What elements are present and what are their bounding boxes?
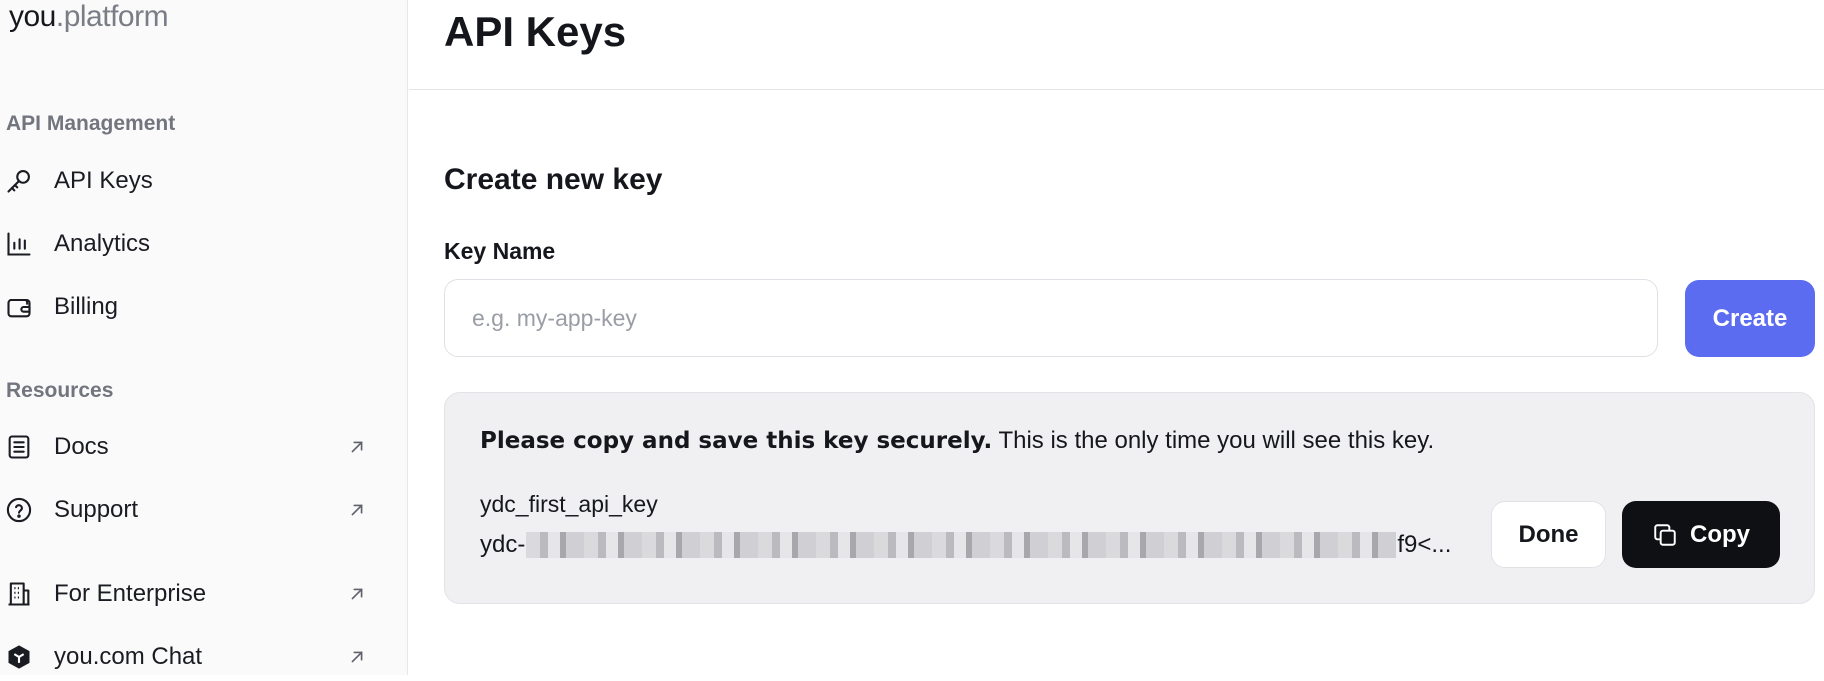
external-link-icon: [346, 499, 368, 521]
sidebar-item-you-com-chat[interactable]: you.com Chat: [0, 633, 380, 681]
sidebar-item-support[interactable]: Support: [0, 486, 380, 534]
done-button[interactable]: Done: [1491, 501, 1606, 568]
logo-platform: .platform: [55, 0, 169, 33]
sidebar-item-label: Billing: [54, 293, 119, 320]
sidebar-item-label: Support: [54, 496, 139, 523]
sidebar-item-label: you.com Chat: [54, 643, 203, 670]
sidebar-item-billing[interactable]: Billing: [0, 283, 380, 331]
notice-message: Please copy and save this key securely. …: [480, 427, 1434, 455]
sidebar-item-label: Analytics: [54, 230, 151, 257]
building-icon: [5, 580, 33, 608]
key-icon: [5, 167, 33, 195]
sidebar-item-label: For Enterprise: [54, 580, 207, 607]
header-divider: [409, 89, 1824, 90]
create-button[interactable]: Create: [1685, 280, 1815, 357]
copy-button[interactable]: Copy: [1622, 501, 1780, 568]
main-content: API Keys Create new key Key Name Create …: [409, 0, 1824, 675]
sidebar-item-label: API Keys: [54, 167, 153, 194]
sidebar-item-api-keys[interactable]: API Keys: [0, 157, 380, 205]
help-circle-icon: [5, 496, 33, 524]
section-label-resources: Resources: [6, 379, 114, 402]
create-key-heading: Create new key: [444, 163, 663, 196]
document-icon: [5, 433, 33, 461]
logo-you: you: [9, 0, 56, 33]
page-title: API Keys: [444, 8, 627, 55]
sidebar-item-docs[interactable]: Docs: [0, 423, 380, 471]
sidebar-item-label: Docs: [54, 433, 109, 460]
sidebar-item-analytics[interactable]: Analytics: [0, 220, 380, 268]
notice-body-text: This is the only time you will see this …: [992, 427, 1435, 454]
key-name-label: Key Name: [444, 238, 556, 264]
api-key-prefix: ydc-: [480, 531, 526, 558]
bar-chart-icon: [5, 230, 33, 258]
api-key-value: ydc-f9<...: [480, 531, 1490, 559]
new-key-notice: Please copy and save this key securely. …: [444, 392, 1815, 604]
external-link-icon: [346, 583, 368, 605]
section-label-api-management: API Management: [6, 112, 176, 135]
external-link-icon: [346, 436, 368, 458]
api-key-suffix: f9<...: [1397, 531, 1452, 558]
external-link-icon: [346, 646, 368, 668]
copy-button-label: Copy: [1690, 520, 1750, 548]
key-name-input[interactable]: [444, 279, 1658, 357]
redacted-key-blur: [526, 532, 1397, 558]
notice-bold-text: Please copy and save this key securely.: [480, 428, 993, 454]
you-logo-icon: [5, 643, 33, 671]
logo[interactable]: you.platform: [9, 0, 169, 34]
sidebar: you.platform API Management API Keys Ana…: [0, 0, 408, 675]
api-key-name: ydc_first_api_key: [480, 491, 658, 517]
copy-icon: [1652, 522, 1678, 548]
sidebar-item-for-enterprise[interactable]: For Enterprise: [0, 570, 380, 618]
wallet-icon: [5, 293, 33, 321]
